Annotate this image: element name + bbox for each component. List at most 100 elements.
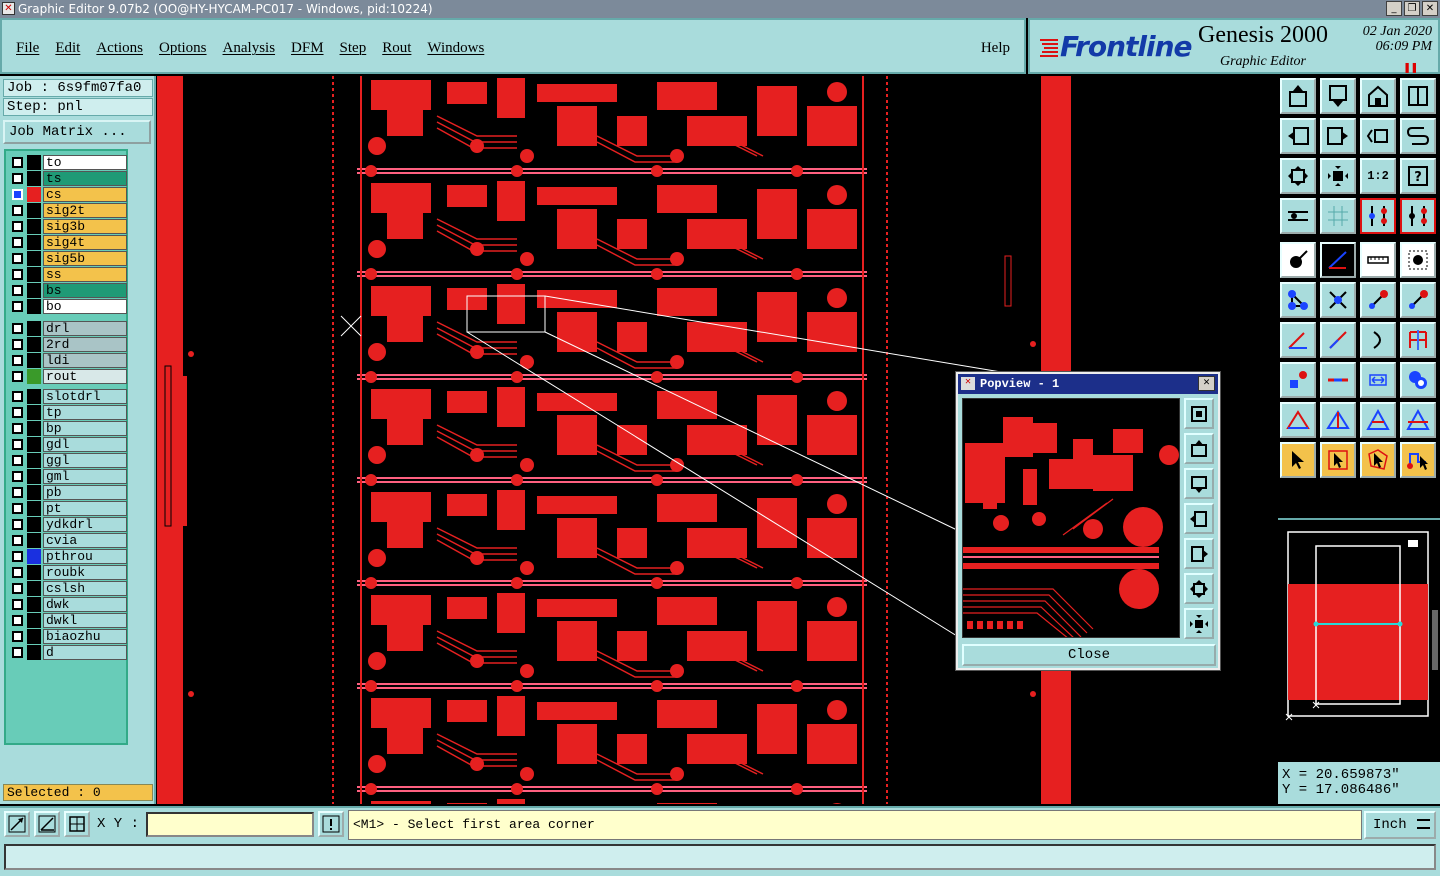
angle-tool-icon[interactable] xyxy=(1280,322,1316,358)
connect-nodes-icon[interactable] xyxy=(1280,282,1316,318)
layer-color-swatch[interactable] xyxy=(27,421,41,436)
layer-row[interactable]: bs xyxy=(10,283,127,298)
layer-color-swatch[interactable] xyxy=(27,549,41,564)
layer-checkbox[interactable] xyxy=(12,407,23,418)
popview-close-icon[interactable]: ✕ xyxy=(1198,376,1215,391)
layer-name[interactable]: 2rd xyxy=(43,337,127,352)
snap-mode-icon[interactable] xyxy=(4,811,30,837)
triangle-split-icon[interactable] xyxy=(1320,402,1356,438)
layer-checkbox[interactable] xyxy=(12,455,23,466)
layer-row[interactable]: sig3b xyxy=(10,219,127,234)
layer-row[interactable]: ⊞cs xyxy=(10,187,127,202)
layer-name[interactable]: bo xyxy=(43,299,127,314)
measure-tool-icon[interactable] xyxy=(1280,198,1316,234)
select-polygon-icon[interactable] xyxy=(1360,442,1396,478)
layer-row[interactable]: 2rd xyxy=(10,337,127,352)
menu-edit[interactable]: Edit xyxy=(55,40,80,57)
break-line-icon[interactable] xyxy=(1280,362,1316,398)
layer-name[interactable]: sig3b xyxy=(43,219,127,234)
layer-checkbox[interactable] xyxy=(12,503,23,514)
layer-color-swatch[interactable] xyxy=(27,235,41,250)
layer-checkbox[interactable] xyxy=(12,285,23,296)
layer-row[interactable]: drl xyxy=(10,321,127,336)
zoom-one-to-two-icon[interactable]: 1:2 xyxy=(1360,158,1396,194)
ruler-icon[interactable] xyxy=(1360,242,1396,278)
layer-row[interactable]: ts xyxy=(10,171,127,186)
zoom-back-icon[interactable] xyxy=(1360,118,1396,154)
layer-color-swatch[interactable] xyxy=(27,613,41,628)
layer-name[interactable]: d xyxy=(43,645,127,660)
help-icon[interactable]: ? xyxy=(1400,158,1436,194)
layer-color-swatch[interactable] xyxy=(27,405,41,420)
triangle-tool-icon[interactable] xyxy=(1280,402,1316,438)
add-surface-icon[interactable] xyxy=(1400,242,1436,278)
layer-checkbox[interactable] xyxy=(12,551,23,562)
zoom-home-up-icon[interactable] xyxy=(1280,78,1316,114)
menu-rout[interactable]: Rout xyxy=(382,40,411,57)
layer-checkbox[interactable] xyxy=(12,189,23,200)
layer-name[interactable]: sig5b xyxy=(43,251,127,266)
layer-color-swatch[interactable] xyxy=(27,469,41,484)
snap-grid-icon[interactable] xyxy=(64,811,90,837)
layer-color-swatch[interactable] xyxy=(27,517,41,532)
layer-color-swatch[interactable] xyxy=(27,453,41,468)
select-box-icon[interactable] xyxy=(1320,442,1356,478)
layer-checkbox[interactable] xyxy=(12,423,23,434)
pan-left-icon[interactable] xyxy=(1280,118,1316,154)
layer-color-swatch[interactable] xyxy=(27,251,41,266)
layer-name[interactable]: bs xyxy=(43,283,127,298)
layer-checkbox[interactable] xyxy=(12,237,23,248)
layer-row[interactable]: dwkl xyxy=(10,613,127,628)
layer-name[interactable]: gdl xyxy=(43,437,127,452)
layer-checkbox[interactable] xyxy=(12,253,23,264)
menu-dfm[interactable]: DFM xyxy=(291,40,324,57)
layer-color-swatch[interactable] xyxy=(27,219,41,234)
info-icon[interactable] xyxy=(318,811,344,837)
layer-checkbox[interactable] xyxy=(12,221,23,232)
minimize-button[interactable]: _ xyxy=(1386,1,1402,16)
layer-color-swatch[interactable] xyxy=(27,533,41,548)
layer-checkbox[interactable] xyxy=(12,355,23,366)
layer-color-swatch[interactable] xyxy=(27,597,41,612)
layer-row[interactable]: slotdrl xyxy=(10,389,127,404)
layer-name[interactable]: ydkdrl xyxy=(43,517,127,532)
layer-checkbox[interactable] xyxy=(12,339,23,350)
menu-windows[interactable]: Windows xyxy=(427,40,484,57)
unit-selector[interactable]: Inch xyxy=(1364,811,1436,839)
layer-name[interactable]: bp xyxy=(43,421,127,436)
layer-row[interactable]: to xyxy=(10,155,127,170)
split-view-icon[interactable] xyxy=(1400,78,1436,114)
popview-pan-down-icon[interactable] xyxy=(1184,468,1214,499)
layer-row[interactable]: sig2t xyxy=(10,203,127,218)
layer-checkbox[interactable] xyxy=(12,269,23,280)
layer-checkbox[interactable] xyxy=(12,173,23,184)
layer-name[interactable]: dwk xyxy=(43,597,127,612)
slope-tool-icon[interactable] xyxy=(1320,322,1356,358)
layer-checkbox[interactable] xyxy=(12,535,23,546)
layer-row[interactable]: ss xyxy=(10,267,127,282)
layer-row[interactable]: gml xyxy=(10,469,127,484)
layer-row[interactable]: sig4t xyxy=(10,235,127,250)
layer-color-swatch[interactable] xyxy=(27,501,41,516)
layer-name[interactable]: dwkl xyxy=(43,613,127,628)
layer-name[interactable]: cvia xyxy=(43,533,127,548)
layer-name[interactable]: pb xyxy=(43,485,127,500)
layer-checkbox[interactable] xyxy=(12,519,23,530)
layer-name[interactable]: biaozhu xyxy=(43,629,127,644)
layer-color-swatch[interactable] xyxy=(27,565,41,580)
layer-color-swatch[interactable] xyxy=(27,389,41,404)
add-line-icon[interactable] xyxy=(1320,242,1356,278)
layer-checkbox[interactable] xyxy=(12,205,23,216)
layer-name[interactable]: gml xyxy=(43,469,127,484)
layer-name[interactable]: sig2t xyxy=(43,203,127,218)
layer-checkbox[interactable] xyxy=(12,631,23,642)
split-line-icon[interactable] xyxy=(1320,362,1356,398)
xy-input[interactable] xyxy=(146,812,314,837)
layer-row[interactable]: rout xyxy=(10,369,127,384)
layer-row[interactable]: dwk xyxy=(10,597,127,612)
delete-node-icon[interactable] xyxy=(1320,282,1356,318)
layer-color-swatch[interactable] xyxy=(27,629,41,644)
layer-color-swatch[interactable] xyxy=(27,369,41,384)
select-arrow-icon[interactable] xyxy=(1280,442,1316,478)
layer-name[interactable]: pt xyxy=(43,501,127,516)
